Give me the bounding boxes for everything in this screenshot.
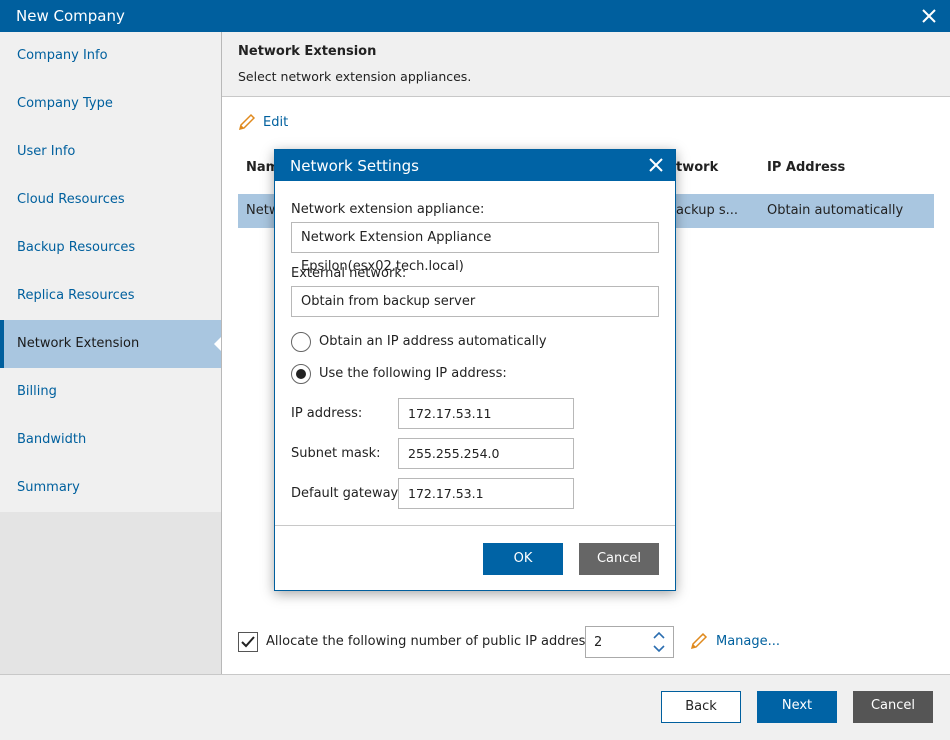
external-network-field[interactable]: Obtain from backup server [291,286,659,317]
manage-button[interactable]: Manage... [690,632,780,650]
public-ip-count-value: 2 [594,635,603,650]
ok-button[interactable]: OK [483,543,563,575]
sidebar-item-billing[interactable]: Billing [0,368,222,416]
manage-label: Manage... [716,633,781,649]
sidebar-item-backup-resources[interactable]: Backup Resources [0,224,222,272]
sidebar-item-company-info[interactable]: Company Info [0,32,222,80]
step-title: Network Extension [238,44,377,59]
sidebar-item-network-extension[interactable]: Network Extension [0,320,222,368]
cancel-button[interactable]: Cancel [853,691,933,723]
sidebar-item-replica-resources[interactable]: Replica Resources [0,272,222,320]
chevron-up-icon[interactable] [653,631,665,639]
sidebar-empty-area [0,512,222,674]
edit-label: Edit [263,114,289,130]
close-icon[interactable] [647,156,665,174]
radio-obtain-ip-automatically-label[interactable]: Obtain an IP address automatically [319,334,547,349]
default-gateway-label: Default gateway: [291,486,402,501]
step-header: Network Extension Select network extensi… [222,32,950,97]
edit-button[interactable]: Edit [238,112,288,132]
checkmark-icon [241,636,255,648]
network-settings-dialog: Network Settings Network extension appli… [274,149,676,591]
dialog-cancel-button[interactable]: Cancel [579,543,659,575]
window-titlebar: New Company [0,0,950,32]
sidebar-item-cloud-resources[interactable]: Cloud Resources [0,176,222,224]
chevron-down-icon[interactable] [653,645,665,653]
radio-obtain-ip-automatically[interactable] [291,332,311,352]
default-gateway-input[interactable]: 172.17.53.1 [398,478,574,509]
ip-address-input[interactable]: 172.17.53.11 [398,398,574,429]
row-ip-cell: Obtain automatically [767,203,904,218]
allocate-ip-checkbox[interactable] [238,632,258,652]
appliance-field[interactable]: Network Extension Appliance Epsilon(esx0… [291,222,659,274]
back-button[interactable]: Back [661,691,741,723]
appliance-label: Network extension appliance: [291,202,485,217]
next-button[interactable]: Next [757,691,837,723]
allocate-ip-label: Allocate the following number of public … [266,634,607,649]
dialog-titlebar: Network Settings [275,150,675,181]
step-subtitle: Select network extension appliances. [238,69,472,84]
close-icon[interactable] [918,5,940,27]
subnet-mask-label: Subnet mask: [291,446,381,461]
sidebar-item-summary[interactable]: Summary [0,464,222,512]
pencil-icon [690,632,708,650]
radio-use-following-ip-label[interactable]: Use the following IP address: [319,366,507,381]
pencil-icon [238,113,256,131]
column-header-network[interactable]: twork [676,160,718,175]
window-title: New Company [16,7,125,25]
sidebar-item-company-type[interactable]: Company Type [0,80,222,128]
dialog-title: Network Settings [290,157,419,175]
radio-use-following-ip[interactable] [291,364,311,384]
ip-address-label: IP address: [291,406,363,421]
sidebar-item-user-info[interactable]: User Info [0,128,222,176]
subnet-mask-input[interactable]: 255.255.254.0 [398,438,574,469]
column-header-ip-address[interactable]: IP Address [767,160,845,175]
row-network-cell: ackup s... [676,203,739,218]
external-network-label: External network: [291,266,407,281]
public-ip-count-stepper[interactable]: 2 [585,626,674,658]
sidebar-item-bandwidth[interactable]: Bandwidth [0,416,222,464]
